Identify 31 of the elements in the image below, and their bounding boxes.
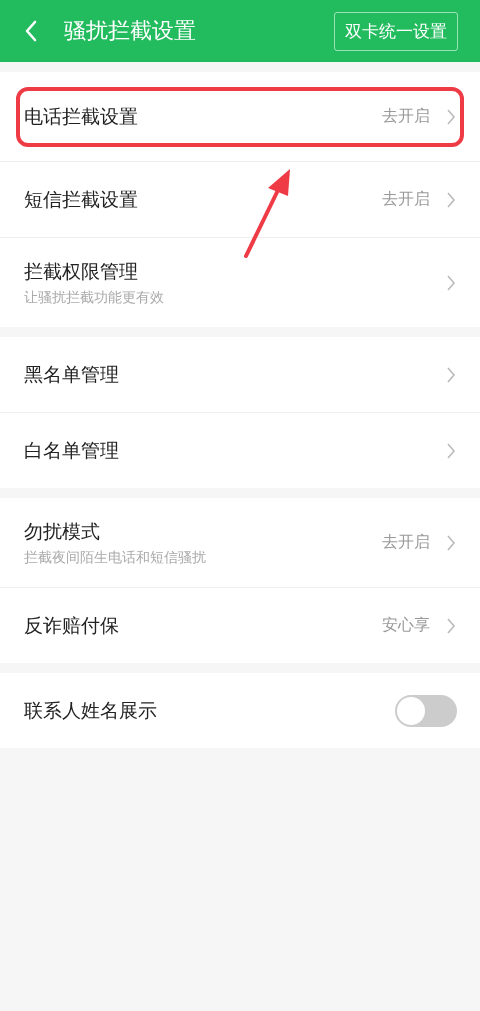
row-value: 安心享 (382, 615, 430, 636)
settings-row[interactable]: 拦截权限管理 让骚扰拦截功能更有效 (0, 237, 480, 327)
row-label: 黑名单管理 (24, 361, 120, 387)
chevron-icon (446, 190, 456, 209)
row-value: 去开启 (382, 189, 430, 210)
settings-row[interactable]: 电话拦截设置 去开启 (0, 72, 480, 161)
row-label: 联系人姓名展示 (24, 697, 158, 723)
chevron-icon (446, 616, 456, 635)
settings-row[interactable]: 白名单管理 (0, 412, 480, 488)
settings-row[interactable]: 勿扰模式 拦截夜间陌生电话和短信骚扰 去开启 (0, 498, 480, 587)
row-value: 去开启 (382, 532, 430, 553)
page-title: 骚扰拦截设置 (64, 17, 197, 45)
row-label: 短信拦截设置 (24, 186, 139, 212)
row-label: 拦截权限管理 (24, 258, 139, 284)
row-label: 电话拦截设置 (24, 103, 139, 129)
chevron-icon (446, 533, 456, 552)
row-label: 反诈赔付保 (24, 612, 120, 638)
settings-row[interactable]: 黑名单管理 (0, 337, 480, 412)
back-icon[interactable] (24, 19, 38, 43)
row-value: 去开启 (382, 106, 430, 127)
chevron-icon (446, 107, 456, 126)
row-label: 勿扰模式 (24, 518, 101, 544)
row-label: 白名单管理 (24, 437, 120, 463)
chevron-icon (446, 273, 456, 292)
toggle-switch[interactable] (395, 694, 457, 727)
row-subtitle: 让骚扰拦截功能更有效 (24, 288, 165, 307)
chevron-icon (446, 441, 456, 460)
settings-row[interactable]: 反诈赔付保 安心享 (0, 587, 480, 663)
settings-row[interactable]: 联系人姓名展示 (0, 673, 480, 748)
chevron-icon (446, 365, 456, 384)
row-subtitle: 拦截夜间陌生电话和短信骚扰 (24, 548, 207, 567)
